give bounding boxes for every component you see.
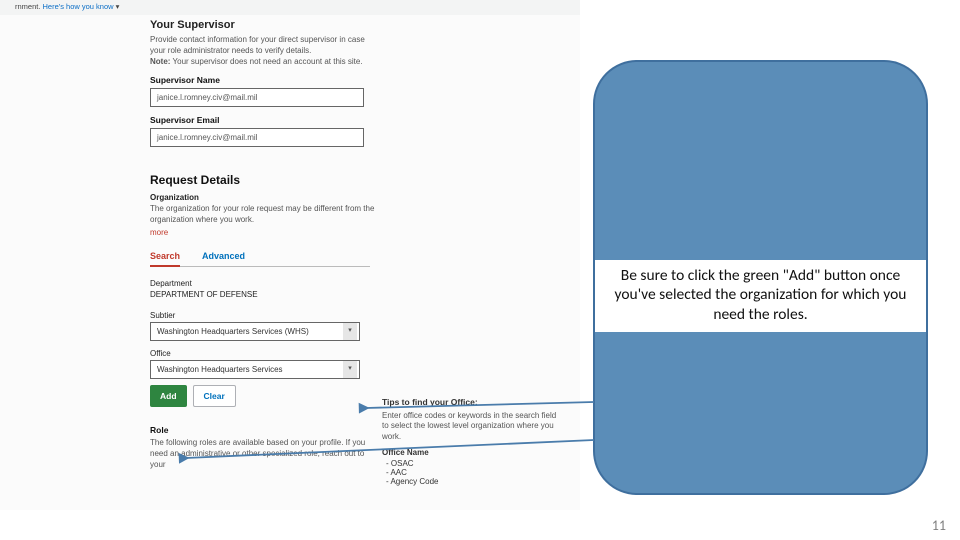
chevron-down-icon: ▾ [116,2,120,11]
office-label: Office [150,349,430,358]
section-title-supervisor: Your Supervisor [150,19,430,31]
add-button[interactable]: Add [150,385,187,407]
arrow-to-subtier [360,396,600,416]
tab-search[interactable]: Search [150,247,180,267]
callout-text: Be sure to click the green "Add" button … [595,260,926,332]
clear-button[interactable]: Clear [193,385,236,407]
department-value: DEPARTMENT OF DEFENSE [150,290,430,299]
supervisor-email-label: Supervisor Email [150,115,430,125]
organization-label: Organization [150,193,430,202]
department-label: Department [150,279,430,288]
official-site-banner: rnment. Here's how you know ▾ [0,0,580,15]
subtier-select[interactable]: Washington Headquarters Services (WHS) [150,322,360,341]
supervisor-section: Your Supervisor Provide contact informat… [0,15,580,151]
tab-advanced[interactable]: Advanced [202,247,245,267]
arrow-to-add-button [180,436,600,466]
list-item: AAC [386,468,560,477]
hows-you-know-link[interactable]: Here's how you know [43,2,114,11]
tab-divider [150,266,370,267]
org-tabs: Search Advanced [150,247,430,267]
subtier-label: Subtier [150,311,430,320]
supervisor-name-input[interactable]: janice.l.romney.civ@mail.mil [150,88,364,107]
form-screenshot: rnment. Here's how you know ▾ Your Super… [0,0,580,510]
supervisor-email-input[interactable]: janice.l.romney.civ@mail.mil [150,128,364,147]
department-block: Department DEPARTMENT OF DEFENSE [150,279,430,299]
organization-help-text: The organization for your role request m… [150,204,380,226]
section-title-request-details: Request Details [150,173,430,187]
supervisor-note: Note: Your supervisor does not need an a… [150,57,380,68]
office-block: Office Washington Headquarters Services … [150,349,430,379]
supervisor-name-label: Supervisor Name [150,75,430,85]
more-link[interactable]: more [150,228,168,237]
subtier-block: Subtier Washington Headquarters Services… [150,311,430,341]
callout-bubble: Be sure to click the green "Add" button … [593,60,928,495]
office-select[interactable]: Washington Headquarters Services [150,360,360,379]
page-number: 11 [932,517,946,534]
list-item: Agency Code [386,477,560,486]
official-banner-text: rnment. [15,2,43,11]
supervisor-help-text: Provide contact information for your dir… [150,35,380,57]
